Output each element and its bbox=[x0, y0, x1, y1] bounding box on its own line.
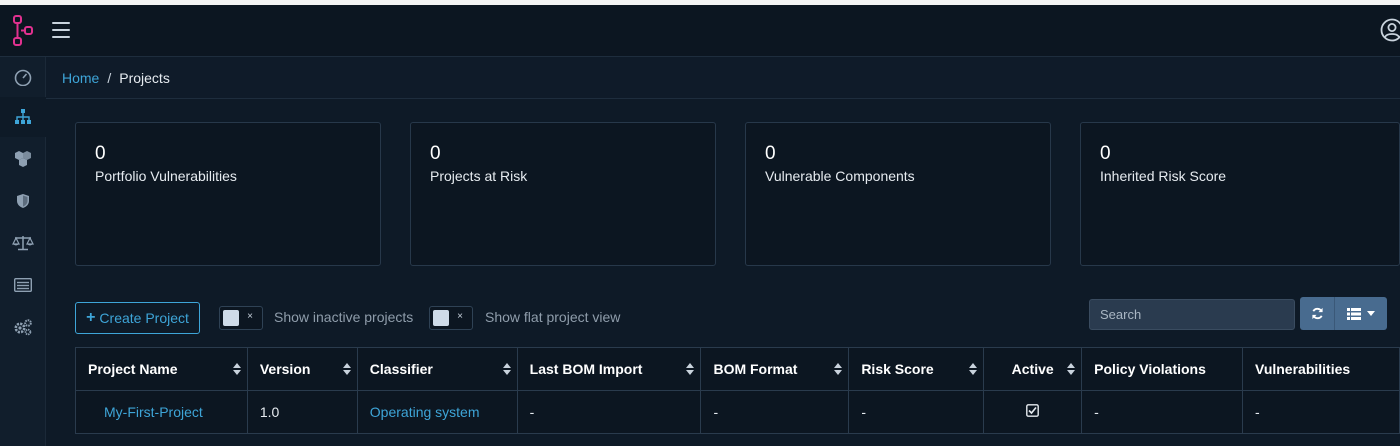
show-inactive-toggle[interactable]: × bbox=[219, 306, 263, 330]
breadcrumb-current: Projects bbox=[119, 69, 170, 86]
sort-icon bbox=[969, 363, 978, 375]
projects-sitemap-icon bbox=[15, 109, 31, 124]
vulnerabilities-shield-icon bbox=[17, 194, 29, 208]
column-header-version[interactable]: Version bbox=[246, 347, 358, 391]
sort-icon bbox=[342, 363, 351, 375]
header-label: BOM Format bbox=[713, 361, 798, 377]
list-columns-icon bbox=[1347, 307, 1361, 320]
caret-down-icon bbox=[1367, 311, 1375, 316]
dashboard-gauge-icon bbox=[14, 69, 32, 86]
cell-policy-violations: - bbox=[1081, 390, 1243, 434]
show-flat-view-label: Show flat project view bbox=[485, 309, 621, 325]
card-projects-at-risk: 0 Projects at Risk bbox=[410, 122, 716, 266]
plus-icon: + bbox=[86, 309, 96, 326]
card-label: Vulnerable Components bbox=[765, 168, 915, 184]
sort-icon bbox=[834, 363, 843, 375]
sidebar-item-administration[interactable] bbox=[0, 307, 46, 347]
card-portfolio-vulnerabilities: 0 Portfolio Vulnerabilities bbox=[75, 122, 381, 266]
breadcrumb-home-link[interactable]: Home bbox=[62, 70, 99, 86]
create-project-button[interactable]: + Create Project bbox=[75, 302, 200, 334]
components-cubes-icon bbox=[15, 151, 31, 167]
header-label: Policy Violations bbox=[1094, 361, 1206, 377]
card-value: 0 bbox=[95, 143, 106, 164]
tasks-list-icon bbox=[14, 278, 32, 292]
header-label: Vulnerabilities bbox=[1255, 361, 1351, 377]
toggle-knob bbox=[433, 310, 449, 326]
administration-gears-icon bbox=[14, 319, 32, 336]
show-inactive-label: Show inactive projects bbox=[274, 309, 414, 325]
cell-bom-format: - bbox=[700, 390, 850, 434]
column-header-vulnerabilities[interactable]: Vulnerabilities bbox=[1242, 347, 1400, 391]
sidebar-item-tasks[interactable] bbox=[0, 265, 46, 305]
sidebar-item-projects[interactable] bbox=[0, 97, 46, 137]
create-project-label: Create Project bbox=[99, 310, 189, 326]
policy-balance-icon bbox=[12, 236, 34, 251]
column-header-active[interactable]: Active bbox=[983, 347, 1083, 391]
toggle-off-icon: × bbox=[457, 311, 463, 322]
cell-active bbox=[983, 390, 1083, 434]
card-label: Portfolio Vulnerabilities bbox=[95, 168, 237, 184]
sidebar-item-dashboard[interactable] bbox=[0, 57, 46, 97]
cell-last-bom-import: - bbox=[516, 390, 702, 434]
search-input[interactable] bbox=[1089, 299, 1295, 330]
user-profile-icon[interactable] bbox=[1380, 18, 1400, 42]
column-header-project-name[interactable]: Project Name bbox=[75, 347, 248, 391]
refresh-button[interactable] bbox=[1300, 297, 1335, 330]
refresh-icon bbox=[1311, 307, 1323, 320]
card-vulnerable-components: 0 Vulnerable Components bbox=[745, 122, 1051, 266]
table-toolbar-buttons bbox=[1300, 297, 1387, 330]
sidebar-item-components[interactable] bbox=[0, 139, 46, 179]
sidebar-item-vulnerabilities[interactable] bbox=[0, 181, 46, 221]
header-label: Classifier bbox=[369, 361, 433, 377]
sort-icon bbox=[232, 363, 241, 375]
projects-table: Project Name Version Classifier Last BOM… bbox=[75, 347, 1400, 434]
dependency-track-logo-icon[interactable] bbox=[12, 15, 34, 47]
table-header-row: Project Name Version Classifier Last BOM… bbox=[75, 347, 1400, 391]
card-label: Inherited Risk Score bbox=[1100, 168, 1227, 184]
header-label: Active bbox=[1011, 361, 1054, 377]
column-header-classifier[interactable]: Classifier bbox=[356, 347, 518, 391]
project-name-link[interactable]: My-First-Project bbox=[104, 404, 203, 420]
column-header-bom-format[interactable]: BOM Format bbox=[700, 347, 850, 391]
card-label: Projects at Risk bbox=[430, 168, 528, 184]
sort-icon bbox=[1067, 363, 1076, 375]
sidebar-item-policy[interactable] bbox=[0, 223, 46, 263]
hamburger-menu-icon[interactable] bbox=[52, 22, 70, 38]
cell-version: 1.0 bbox=[246, 390, 358, 434]
top-navbar bbox=[0, 5, 1400, 57]
sort-icon bbox=[502, 363, 511, 375]
sidebar bbox=[0, 57, 46, 446]
header-label: Project Name bbox=[88, 361, 178, 377]
card-value: 0 bbox=[765, 143, 776, 164]
cell-vulnerabilities: - bbox=[1242, 390, 1400, 434]
checkbox-checked-icon bbox=[1026, 404, 1040, 417]
header-label: Version bbox=[259, 361, 311, 377]
toggle-knob bbox=[223, 310, 239, 326]
card-value: 0 bbox=[430, 143, 441, 164]
column-header-policy-violations[interactable]: Policy Violations bbox=[1081, 347, 1243, 391]
toggle-off-icon: × bbox=[247, 311, 253, 322]
breadcrumb-separator: / bbox=[107, 69, 112, 86]
columns-toggle-button[interactable] bbox=[1335, 297, 1387, 330]
card-inherited-risk-score: 0 Inherited Risk Score bbox=[1080, 122, 1400, 266]
cell-risk-score: - bbox=[848, 390, 985, 434]
column-header-risk-score[interactable]: Risk Score bbox=[848, 347, 985, 391]
sort-icon bbox=[686, 363, 695, 375]
classifier-link[interactable]: Operating system bbox=[370, 404, 480, 420]
show-flat-view-toggle[interactable]: × bbox=[429, 306, 473, 330]
breadcrumb: Home / Projects bbox=[46, 57, 1400, 99]
header-label: Risk Score bbox=[861, 361, 934, 377]
card-value: 0 bbox=[1100, 143, 1111, 164]
header-label: Last BOM Import bbox=[529, 361, 643, 377]
column-header-last-bom-import[interactable]: Last BOM Import bbox=[516, 347, 702, 391]
table-row[interactable]: My-First-Project 1.0 Operating system - … bbox=[75, 390, 1400, 434]
